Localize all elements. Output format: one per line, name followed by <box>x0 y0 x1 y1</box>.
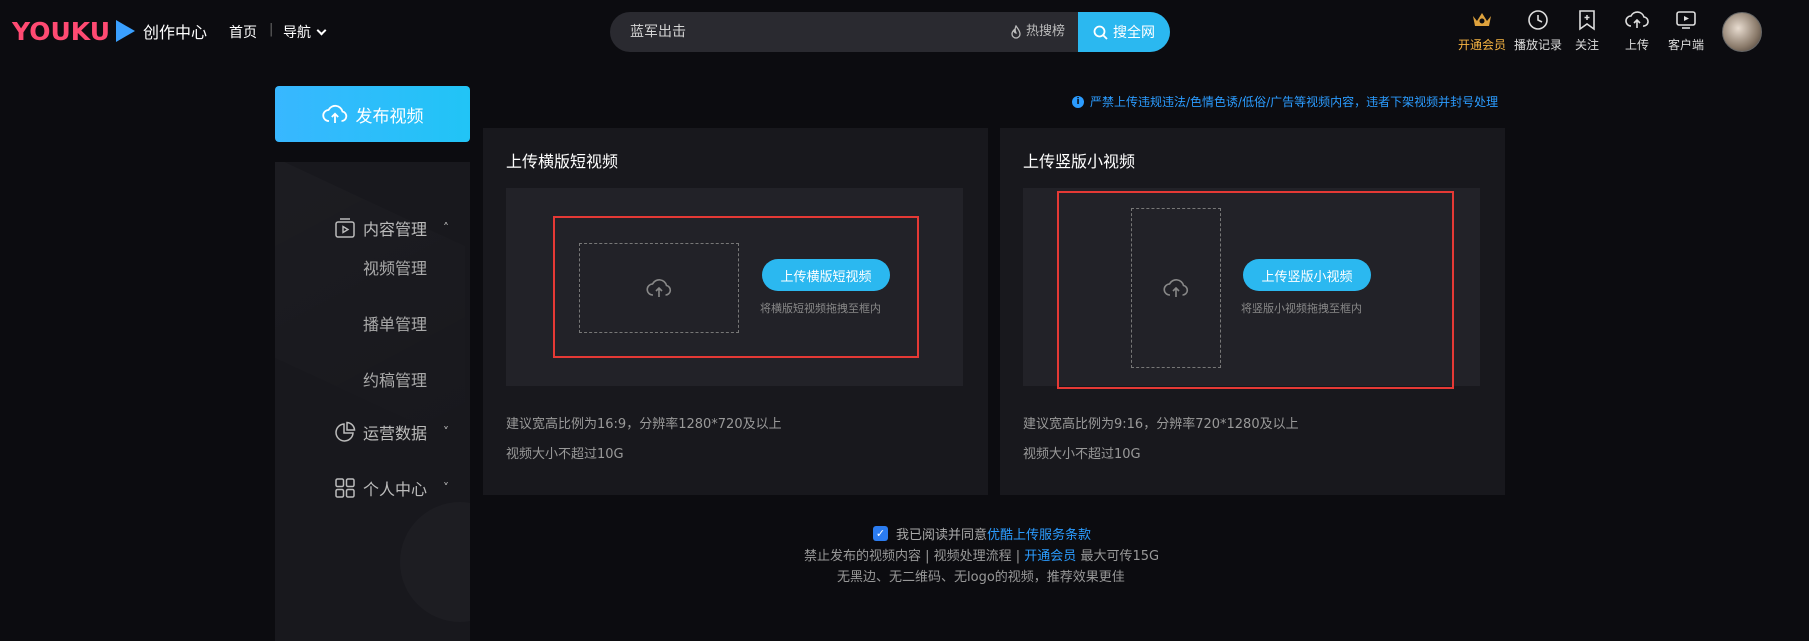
cloud-upload-icon <box>646 279 672 297</box>
sidebar-item-label: 运营数据 <box>363 424 428 443</box>
upload-vertical-button[interactable]: 上传竖版小视频 <box>1243 259 1371 291</box>
tool-upload-label: 上传 <box>1625 38 1650 52</box>
tool-vip-label: 开通会员 <box>1458 38 1507 52</box>
horizontal-video-placeholder[interactable] <box>579 243 739 333</box>
cloud-upload-icon <box>1163 279 1189 297</box>
sidebar-subitem-commission-management[interactable]: 约稿管理 <box>363 367 427 391</box>
upload-policy-notice: i 严禁上传违规违法/色情色诱/低俗/广告等视频内容，违者下架视频并封号处理 <box>1072 93 1498 110</box>
notice-text: 严禁上传违规违法/色情色诱/低俗/广告等视频内容，违者下架视频并封号处理 <box>1090 95 1499 109</box>
clock-icon <box>1526 8 1550 32</box>
search-all-label: 搜全网 <box>1113 25 1155 41</box>
search-input[interactable] <box>630 12 990 52</box>
nav-home-link[interactable]: 首页 <box>229 22 257 42</box>
hot-list-label: 热搜榜 <box>1026 24 1066 39</box>
terms-agreement: ✓ 我已阅读并同意优酷上传服务条款 <box>873 524 1091 543</box>
logo-text: YOUKU <box>12 16 110 46</box>
search-all-button[interactable]: 搜全网 <box>1078 12 1170 52</box>
vertical-upload-card: 上传竖版小视频 上传竖版小视频 将竖版小视频拖拽至框内 建议宽高比例为9:16，… <box>1000 128 1505 495</box>
spec-ratio: 建议宽高比例为9:16，分辨率720*1280及以上 <box>1023 417 1299 432</box>
horizontal-upload-card: 上传横版短视频 上传横版短视频 将横版短视频拖拽至框内 建议宽高比例为16:9，… <box>483 128 988 495</box>
tool-client-label: 客户端 <box>1668 38 1705 52</box>
tool-follow[interactable]: 关注 <box>1575 8 1599 53</box>
flame-icon <box>1011 25 1021 39</box>
hot-list-link[interactable]: 热搜榜 <box>1010 12 1065 52</box>
card-title: 上传横版短视频 <box>506 152 619 171</box>
open-vip-link[interactable]: 开通会员 <box>1024 549 1076 564</box>
info-icon: i <box>1072 95 1084 108</box>
tool-history-label: 播放记录 <box>1514 38 1563 52</box>
logo-play-icon <box>116 20 135 42</box>
search-bar: 热搜榜 搜全网 <box>610 12 1170 52</box>
tv-icon <box>1674 8 1698 32</box>
pie-chart-icon <box>333 420 357 444</box>
bookmark-icon <box>1575 8 1599 32</box>
upload-horizontal-button[interactable]: 上传横版短视频 <box>762 259 890 291</box>
sidebar-subitem-playlist-management[interactable]: 播单管理 <box>363 311 427 335</box>
chevron-up-icon: ˄ <box>443 221 449 235</box>
footer-rules-text[interactable]: 禁止发布的视频内容 | 视频处理流程 | <box>804 549 1024 564</box>
sidebar-item-personal-center[interactable]: 个人中心 ˅ <box>275 468 470 508</box>
tool-upload[interactable]: 上传 <box>1625 8 1649 53</box>
tool-follow-label: 关注 <box>1575 38 1600 52</box>
sidebar-item-label: 内容管理 <box>363 220 428 239</box>
spec-size: 视频大小不超过10G <box>1023 447 1141 462</box>
terms-link[interactable]: 优酷上传服务条款 <box>987 528 1091 543</box>
cloud-upload-icon <box>1625 8 1649 32</box>
crown-icon <box>1470 8 1494 32</box>
agree-prefix: 我已阅读并同意 <box>896 528 988 543</box>
sidebar-decoration-circle <box>400 502 470 622</box>
search-icon <box>1093 25 1108 40</box>
footer-rules-line: 禁止发布的视频内容 | 视频处理流程 | 开通会员 最大可传15G <box>804 545 1159 564</box>
cloud-upload-icon <box>321 104 347 123</box>
sidebar-decoration <box>275 162 465 447</box>
sidebar: 内容管理 ˄ 视频管理 播单管理 约稿管理 运营数据 ˅ 个人中心 ˅ <box>275 162 470 641</box>
youku-logo[interactable]: YOUKU 创作中心 <box>12 16 207 46</box>
nav-separator: | <box>269 22 274 37</box>
content-icon <box>333 216 357 240</box>
chevron-down-icon <box>316 25 327 35</box>
spec-size: 视频大小不超过10G <box>506 447 624 462</box>
horizontal-drop-zone[interactable]: 上传横版短视频 将横版短视频拖拽至框内 <box>506 188 963 386</box>
agree-text: 我已阅读并同意优酷上传服务条款 <box>896 524 1091 543</box>
top-header: YOUKU 创作中心 首页 | 导航 热搜榜 搜全网 开通会员 播放记录 <box>0 0 1809 64</box>
spec-ratio: 建议宽高比例为16:9，分辨率1280*720及以上 <box>506 417 782 432</box>
card-title: 上传竖版小视频 <box>1023 152 1136 171</box>
sidebar-subitem-video-management[interactable]: 视频管理 <box>363 255 427 279</box>
grid-icon <box>333 476 357 500</box>
chevron-down-icon: ˅ <box>443 481 449 495</box>
footer-max-size: 最大可传15G <box>1076 549 1160 564</box>
nav-guide-menu[interactable]: 导航 <box>283 22 327 42</box>
publish-video-label: 发布视频 <box>355 106 424 127</box>
chevron-down-icon: ˅ <box>443 425 449 439</box>
drag-hint: 将横版短视频拖拽至框内 <box>760 302 881 315</box>
tool-vip[interactable]: 开通会员 <box>1458 8 1506 53</box>
footer-recommendation: 无黑边、无二维码、无logo的视频，推荐效果更佳 <box>837 570 1125 585</box>
nav-guide-label: 导航 <box>283 25 311 41</box>
sidebar-item-operation-data[interactable]: 运营数据 ˅ <box>275 412 470 452</box>
drag-hint: 将竖版小视频拖拽至框内 <box>1241 302 1362 315</box>
user-avatar[interactable] <box>1722 12 1762 52</box>
tool-client[interactable]: 客户端 <box>1668 8 1704 53</box>
vertical-drop-zone[interactable]: 上传竖版小视频 将竖版小视频拖拽至框内 <box>1023 188 1480 389</box>
publish-video-button[interactable]: 发布视频 <box>275 86 470 142</box>
sidebar-item-content-management[interactable]: 内容管理 ˄ <box>275 208 470 248</box>
creator-center-title: 创作中心 <box>143 23 208 42</box>
tool-history[interactable]: 播放记录 <box>1514 8 1562 53</box>
vertical-video-placeholder[interactable] <box>1131 208 1221 368</box>
agree-checkbox[interactable]: ✓ <box>873 526 888 541</box>
sidebar-item-label: 个人中心 <box>363 480 428 499</box>
